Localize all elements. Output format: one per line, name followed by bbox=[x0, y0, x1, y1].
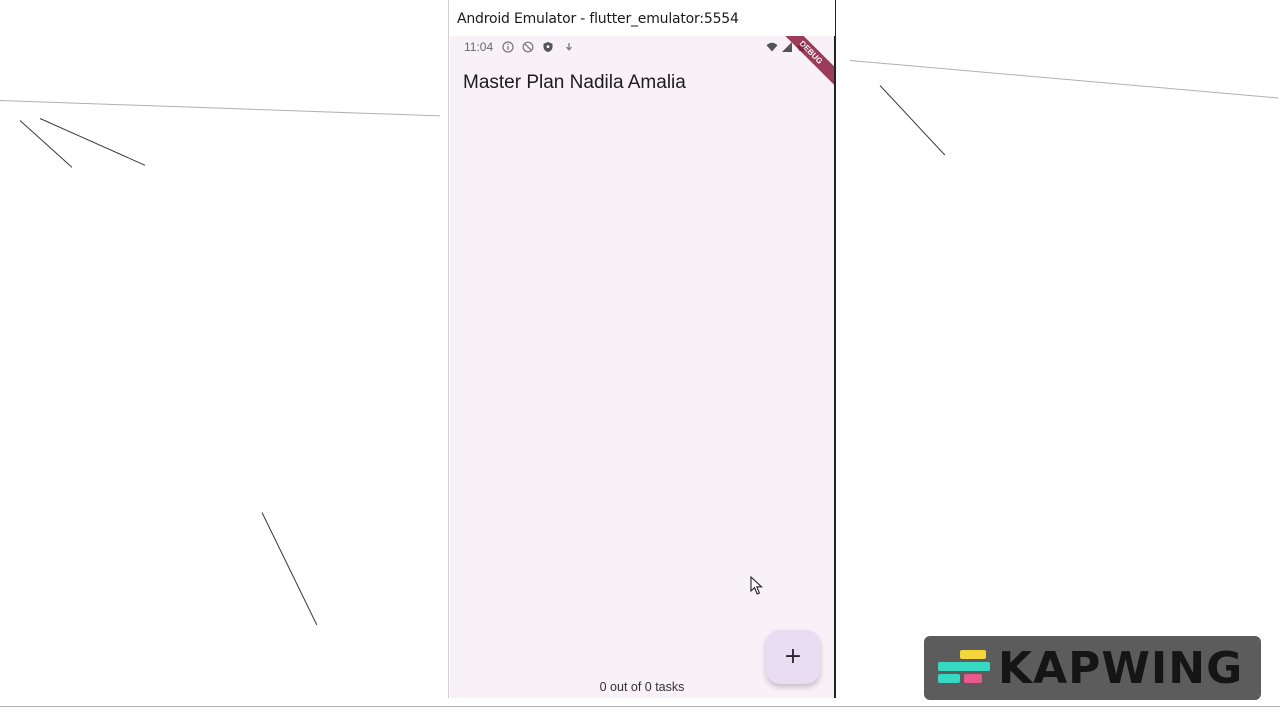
info-icon bbox=[502, 41, 514, 53]
emulator-window: Android Emulator - flutter_emulator:5554… bbox=[448, 0, 836, 698]
status-bar: 11:04 DEBUG bbox=[450, 36, 834, 89]
phone-screen: 11:04 DEBUG Master Plan Nadila Amalia + … bbox=[450, 36, 834, 698]
background-scratch bbox=[879, 85, 946, 156]
watermark-text: KAPWING bbox=[998, 642, 1244, 694]
background-scratch bbox=[849, 60, 1279, 99]
kapwing-watermark: KAPWING bbox=[924, 636, 1261, 700]
window-titlebar[interactable]: Android Emulator - flutter_emulator:5554 bbox=[449, 0, 835, 36]
mouse-cursor-icon bbox=[750, 576, 763, 595]
add-task-button[interactable]: + bbox=[766, 630, 820, 684]
background-scratch bbox=[0, 706, 1280, 707]
background-scratch bbox=[261, 512, 318, 626]
add-icon: + bbox=[783, 644, 803, 669]
background-scratch bbox=[0, 100, 440, 117]
task-count-text: 0 out of 0 tasks bbox=[599, 680, 685, 694]
wifi-icon bbox=[766, 42, 778, 52]
download-icon bbox=[566, 43, 572, 51]
background-scratch bbox=[19, 120, 73, 168]
kapwing-logo-icon bbox=[938, 650, 990, 683]
app-bar-title: Master Plan Nadila Amalia bbox=[463, 72, 686, 93]
screen: Android Emulator - flutter_emulator:5554… bbox=[0, 0, 1280, 720]
window-title: Android Emulator - flutter_emulator:5554 bbox=[457, 11, 739, 27]
block-icon bbox=[522, 41, 534, 53]
background-scratch bbox=[39, 118, 146, 166]
status-time: 11:04 bbox=[464, 40, 494, 54]
shield-icon bbox=[543, 42, 553, 52]
